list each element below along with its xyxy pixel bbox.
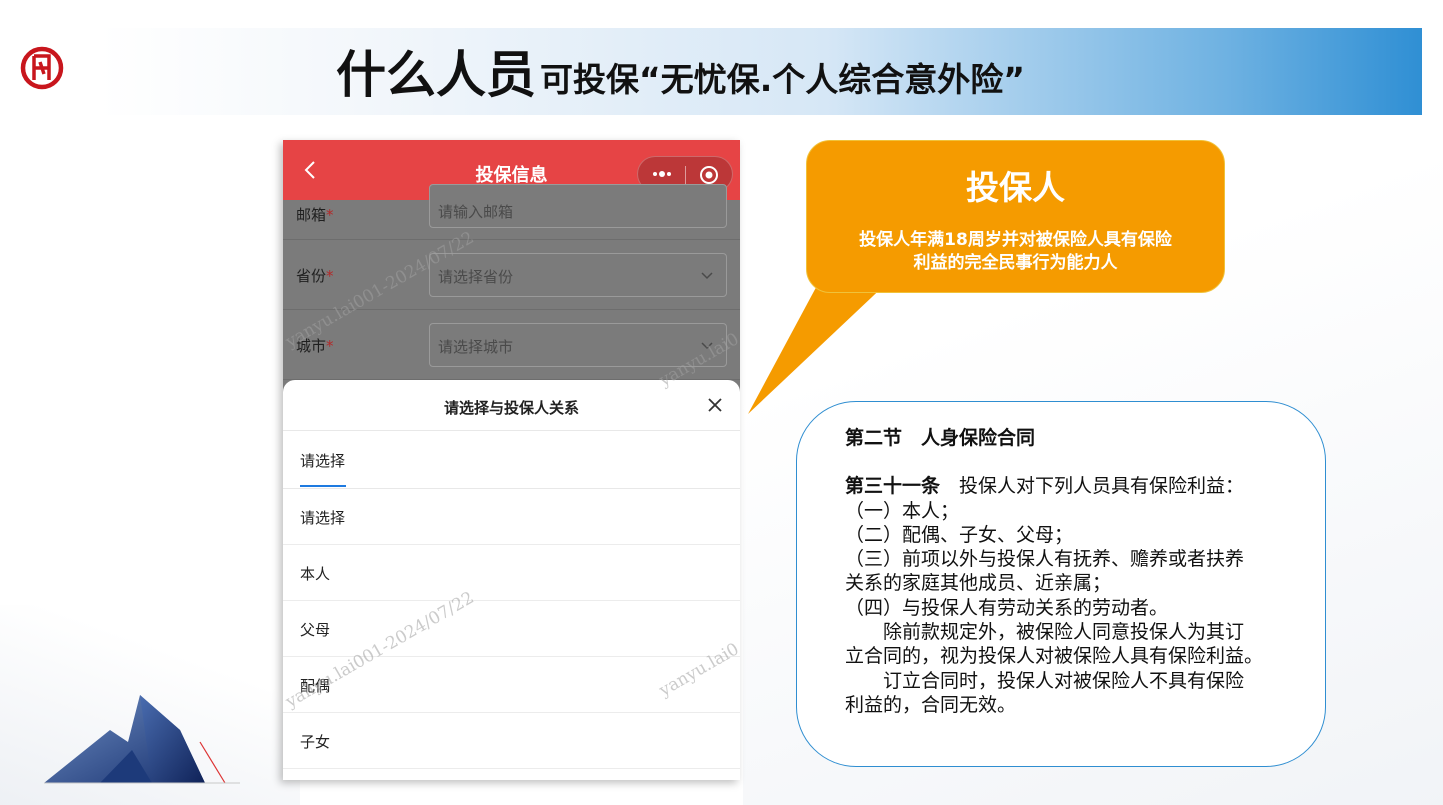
- slide-title-main: 什么人员: [336, 46, 536, 104]
- option-item[interactable]: 子女: [283, 713, 740, 769]
- sheet-title: 请选择与投保人关系: [443, 399, 579, 417]
- chevron-down-icon: [701, 272, 713, 280]
- option-item[interactable]: 本人: [283, 545, 740, 601]
- callout-body: 投保人年满18周岁并对被保险人具有保险 利益的完全民事行为能力人: [817, 229, 1214, 275]
- option-item[interactable]: 请选择: [283, 489, 740, 545]
- target-close-icon[interactable]: [698, 164, 720, 186]
- policyholder-callout: 投保人 投保人年满18周岁并对被保险人具有保险 利益的完全民事行为能力人: [806, 140, 1225, 293]
- law-excerpt-box: 第二节 人身保险合同 第三十一条 投保人对下列人员具有保险利益： （一）本人； …: [796, 401, 1326, 767]
- slide-title-sub: 可投保“无忧保.个人综合意外险”: [540, 60, 1025, 99]
- relationship-picker-sheet: 请选择与投保人关系 请选择 请选择 本人 父母 配偶 子女: [283, 380, 740, 780]
- slide-title: 什么人员 可投保“无忧保.个人综合意外险”: [336, 40, 1025, 106]
- form-row-email: 邮箱* 请输入邮箱: [283, 184, 740, 240]
- tab-select[interactable]: 请选择: [300, 450, 345, 471]
- company-logo-icon: [20, 46, 64, 90]
- law-line: （三）前项以外与投保人有抚养、赡养或者扶养: [845, 548, 1245, 571]
- law-line: 除前款规定外，被保险人同意投保人为其订: [845, 621, 1245, 644]
- law-line: 订立合同时，投保人对被保险人不具有保险: [845, 669, 1245, 692]
- callout-line: 利益的完全民事行为能力人: [913, 253, 1118, 273]
- form-area: 邮箱* 请输入邮箱 省份* 请选择省份 城市* 请选择城市: [283, 184, 740, 380]
- option-item[interactable]: 父母: [283, 601, 740, 657]
- article-number: 第三十一条: [845, 475, 941, 498]
- tab-active-indicator: [300, 485, 346, 487]
- city-placeholder: 请选择城市: [438, 338, 514, 356]
- email-placeholder: 请输入邮箱: [438, 203, 514, 221]
- option-label: 本人: [300, 565, 331, 583]
- more-icon[interactable]: [650, 164, 674, 184]
- option-label: 父母: [300, 621, 331, 639]
- province-select[interactable]: 请选择省份: [429, 253, 727, 297]
- building-illustration-icon: [44, 695, 240, 784]
- form-row-city: 城市* 请选择城市: [283, 310, 740, 380]
- city-select[interactable]: 请选择城市: [429, 323, 727, 367]
- form-label-province: 省份*: [296, 267, 334, 285]
- article-heading: 第三十一条 投保人对下列人员具有保险利益：: [845, 474, 1295, 498]
- option-label: 子女: [300, 733, 331, 751]
- capsule-divider: [685, 166, 686, 184]
- form-label-email: 邮箱*: [296, 206, 334, 224]
- callout-title: 投保人: [966, 168, 1065, 207]
- law-line: （一）本人；: [845, 499, 960, 522]
- province-placeholder: 请选择省份: [438, 268, 514, 286]
- section-heading: 第二节 人身保险合同: [845, 427, 1036, 449]
- law-line: 关系的家庭其他成员、近亲属；: [845, 572, 1112, 595]
- email-field[interactable]: 请输入邮箱: [429, 184, 727, 228]
- option-item[interactable]: 配偶: [283, 657, 740, 713]
- law-line: （二）配偶、子女、父母；: [845, 523, 1074, 546]
- law-line: （四）与投保人有劳动关系的劳动者。: [845, 596, 1169, 619]
- phone-screenshot: 投保信息 邮箱* 请输入邮箱 省份* 请选择省份 城市* 请选择城市 请选择与投…: [283, 140, 740, 780]
- divider: [283, 430, 740, 431]
- option-label: 请选择: [300, 509, 346, 527]
- close-icon[interactable]: [706, 396, 724, 414]
- callout-line: 投保人年满18周岁并对被保险人具有保险: [859, 230, 1172, 250]
- chevron-down-icon: [701, 342, 713, 350]
- callout-pointer: [748, 280, 890, 414]
- form-row-province: 省份* 请选择省份: [283, 240, 740, 310]
- option-label: 配偶: [300, 677, 331, 695]
- law-excerpt-text: 第二节 人身保险合同 第三十一条 投保人对下列人员具有保险利益： （一）本人； …: [845, 426, 1295, 717]
- law-line: 立合同的，视为投保人对被保险人具有保险利益。: [845, 645, 1264, 668]
- article-intro: 投保人对下列人员具有保险利益：: [940, 475, 1245, 498]
- law-line: 利益的，合同无效。: [845, 693, 1017, 716]
- form-label-city: 城市*: [296, 337, 334, 355]
